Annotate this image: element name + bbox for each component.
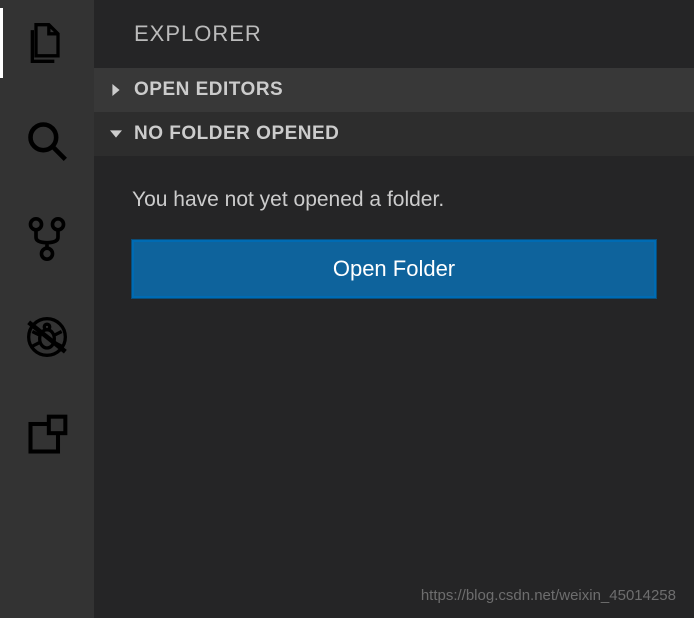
sidebar-title: EXPLORER: [134, 21, 262, 47]
content-area: You have not yet opened a folder. Open F…: [94, 156, 694, 618]
no-folder-section[interactable]: NO FOLDER OPENED: [94, 112, 694, 156]
open-editors-label: OPEN EDITORS: [134, 79, 283, 101]
activity-bar: [0, 0, 94, 618]
activity-source-control-icon[interactable]: [22, 214, 72, 264]
watermark-text: https://blog.csdn.net/weixin_45014258: [421, 587, 676, 604]
sidebar-header: EXPLORER: [94, 0, 694, 68]
chevron-down-icon: [108, 126, 124, 142]
explorer-sidebar: EXPLORER OPEN EDITORS NO FOLDER OPENED Y…: [94, 0, 694, 618]
no-folder-label: NO FOLDER OPENED: [134, 123, 339, 145]
open-folder-button[interactable]: Open Folder: [132, 240, 656, 298]
open-editors-section[interactable]: OPEN EDITORS: [94, 68, 694, 112]
activity-explorer-icon[interactable]: [22, 18, 72, 68]
activity-search-icon[interactable]: [22, 116, 72, 166]
activity-debug-icon[interactable]: [22, 312, 72, 362]
activity-extensions-icon[interactable]: [22, 410, 72, 460]
empty-message: You have not yet opened a folder.: [132, 188, 656, 212]
chevron-right-icon: [108, 82, 124, 98]
